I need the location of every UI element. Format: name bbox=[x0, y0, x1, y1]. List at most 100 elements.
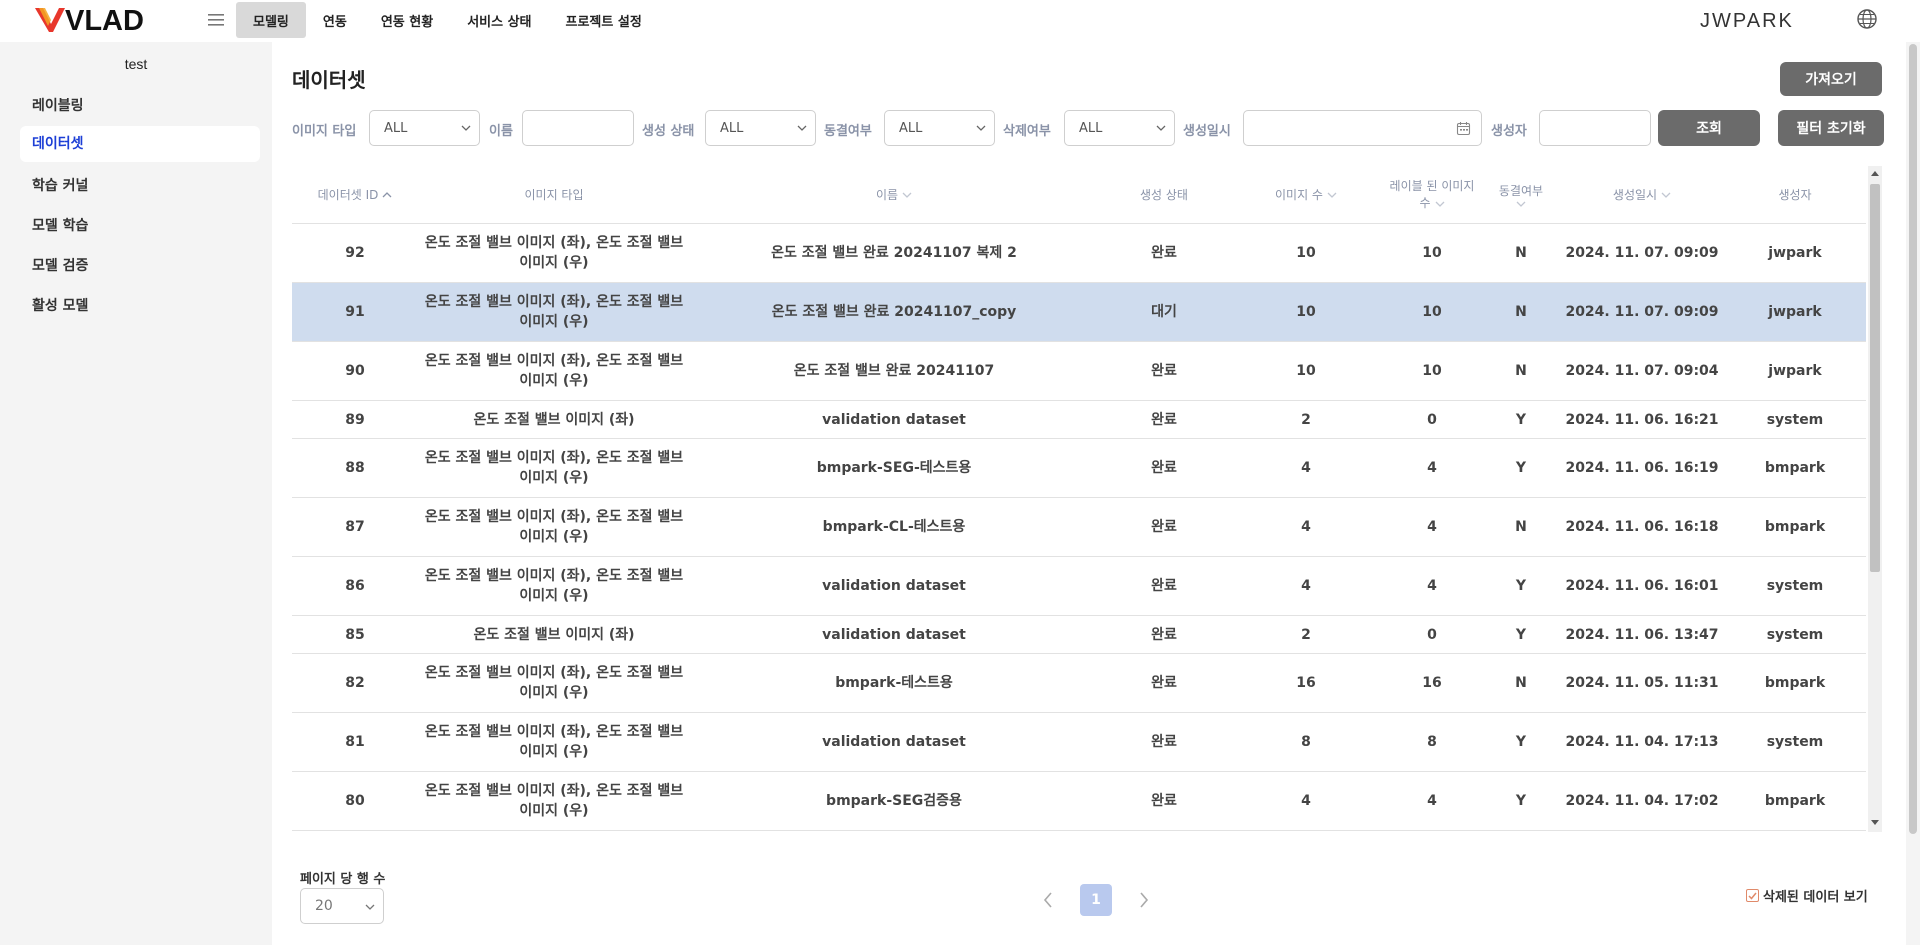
cell-creator: system bbox=[1766, 578, 1824, 594]
creator-input[interactable] bbox=[1539, 110, 1651, 146]
cell-name: validation dataset bbox=[822, 578, 966, 594]
table-row[interactable]: 90 온도 조절 밸브 이미지 (좌), 온도 조절 밸브 이미지 (우) 온도 조절… bbox=[292, 342, 1866, 401]
cell-name: bmpark-SEG검증용 bbox=[826, 793, 962, 809]
sidebar-item-labeling[interactable]: 레이블링 bbox=[20, 88, 260, 124]
nav-item-service-status[interactable]: 서비스 상태 bbox=[450, 2, 548, 38]
cell-image-type: 온도 조절 밸브 이미지 (좌) bbox=[418, 401, 690, 438]
table-row[interactable]: 89 온도 조절 밸브 이미지 (좌) validation dataset 완료 2 0… bbox=[292, 401, 1866, 439]
header-frozen[interactable]: 동결여부 bbox=[1482, 166, 1560, 224]
deleted-select[interactable]: ALL bbox=[1064, 110, 1175, 146]
sidebar-item-training-kernel[interactable]: 학습 커널 bbox=[20, 168, 260, 204]
page-scrollbar[interactable] bbox=[1906, 42, 1920, 945]
header-dataset-id[interactable]: 데이터셋 ID bbox=[292, 166, 418, 224]
cell-image-type-line: 온도 조절 밸브 이미지 (좌), 온도 조절 밸브 bbox=[424, 450, 684, 466]
cell-image-count: 2 bbox=[1301, 626, 1311, 643]
cell-image-type-line: 온도 조절 밸브 이미지 (좌) bbox=[473, 626, 635, 643]
table-row[interactable]: 87 온도 조절 밸브 이미지 (좌), 온도 조절 밸브 이미지 (우) bmpar… bbox=[292, 498, 1866, 557]
nav-item-integration-status[interactable]: 연동 현황 bbox=[364, 2, 450, 38]
nav-item-integration[interactable]: 연동 bbox=[306, 2, 364, 38]
page-scroll-thumb[interactable] bbox=[1909, 44, 1917, 834]
frozen-select[interactable]: ALL bbox=[884, 110, 995, 146]
page-number-button[interactable]: 1 bbox=[1080, 884, 1112, 916]
image-type-select[interactable]: ALL bbox=[369, 110, 480, 146]
cell-creator: jwpark bbox=[1768, 363, 1822, 379]
cell-image-type: 온도 조절 밸브 이미지 (좌), 온도 조절 밸브 이미지 (우) bbox=[418, 283, 690, 341]
table-row[interactable]: 82 온도 조절 밸브 이미지 (좌), 온도 조절 밸브 이미지 (우) bmpar… bbox=[292, 654, 1866, 713]
scroll-up-icon[interactable] bbox=[1871, 170, 1879, 176]
cell-image-count: 4 bbox=[1301, 793, 1311, 809]
cell-image-type-line: 온도 조절 밸브 이미지 (좌), 온도 조절 밸브 bbox=[424, 665, 684, 681]
header-created[interactable]: 생성일시 bbox=[1560, 166, 1724, 224]
sidebar-item-dataset[interactable]: 데이터셋 bbox=[20, 126, 260, 162]
sidebar-item-model-validation[interactable]: 모델 검증 bbox=[20, 248, 260, 284]
status-select[interactable]: ALL bbox=[705, 110, 816, 146]
cell-frozen: Y bbox=[1515, 411, 1527, 428]
next-page-button[interactable] bbox=[1128, 884, 1160, 916]
cell-dataset-id: 82 bbox=[345, 675, 365, 691]
table-scroll-thumb[interactable] bbox=[1870, 184, 1880, 572]
cell-image-type-line: 이미지 (우) bbox=[519, 803, 589, 819]
cell-labeled-count: 4 bbox=[1427, 578, 1437, 594]
cell-frozen: Y bbox=[1515, 793, 1527, 809]
scroll-down-icon[interactable] bbox=[1871, 820, 1879, 826]
vlad-logo[interactable]: VLAD bbox=[35, 4, 163, 34]
chevron-down-icon bbox=[976, 125, 986, 131]
rows-per-page-select[interactable]: 20 bbox=[300, 888, 384, 924]
cell-image-count: 4 bbox=[1301, 460, 1311, 476]
calendar-icon[interactable] bbox=[1456, 121, 1471, 136]
header-labeled-count[interactable]: 레이블 된 이미지 수 bbox=[1382, 166, 1482, 224]
header-name[interactable]: 이름 bbox=[690, 166, 1098, 224]
globe-icon[interactable] bbox=[1856, 8, 1878, 30]
cell-labeled-count: 0 bbox=[1427, 411, 1437, 428]
table-row[interactable]: 81 온도 조절 밸브 이미지 (좌), 온도 조절 밸브 이미지 (우) valid… bbox=[292, 713, 1866, 772]
table-row[interactable]: 86 온도 조절 밸브 이미지 (좌), 온도 조절 밸브 이미지 (우) valid… bbox=[292, 557, 1866, 616]
cell-dataset-id: 80 bbox=[345, 793, 365, 809]
show-deleted-label: 삭제된 데이터 보기 bbox=[1763, 890, 1868, 905]
main-content: 데이터셋 가져오기 이미지 타입 ALL 이름 생성 상태 ALL 동결여부 A… bbox=[272, 42, 1906, 945]
name-input[interactable] bbox=[522, 110, 634, 146]
top-nav: 모델링 연동 연동 현황 서비스 상태 프로젝트 설정 bbox=[236, 2, 659, 38]
cell-image-type: 온도 조절 밸브 이미지 (좌), 온도 조절 밸브 이미지 (우) bbox=[418, 557, 690, 615]
table-row[interactable]: 85 온도 조절 밸브 이미지 (좌) validation dataset 완료 2 0… bbox=[292, 616, 1866, 654]
header-name-label: 이름 bbox=[875, 187, 899, 202]
cell-frozen: Y bbox=[1515, 578, 1527, 594]
created-date-input[interactable] bbox=[1243, 110, 1482, 146]
cell-image-count: 16 bbox=[1296, 675, 1316, 691]
cell-created: 2024. 11. 04. 17:02 bbox=[1565, 793, 1719, 809]
import-button[interactable]: 가져오기 bbox=[1780, 62, 1882, 96]
reset-filter-button[interactable]: 필터 초기화 bbox=[1778, 110, 1884, 146]
cell-image-count: 10 bbox=[1296, 304, 1316, 320]
sidebar-item-active-model[interactable]: 활성 모델 bbox=[20, 288, 260, 324]
cell-dataset-id: 85 bbox=[345, 626, 365, 643]
cell-labeled-count: 4 bbox=[1427, 519, 1437, 535]
hamburger-menu-icon[interactable] bbox=[206, 10, 226, 30]
frozen-value: ALL bbox=[899, 120, 923, 136]
cell-creator: jwpark bbox=[1768, 304, 1822, 320]
show-deleted-checkbox[interactable] bbox=[1746, 889, 1759, 902]
table-row[interactable]: 91 온도 조절 밸브 이미지 (좌), 온도 조절 밸브 이미지 (우) 온도 조절… bbox=[292, 283, 1866, 342]
prev-page-button[interactable] bbox=[1032, 884, 1064, 916]
table-row[interactable]: 80 온도 조절 밸브 이미지 (좌), 온도 조절 밸브 이미지 (우) bmpar… bbox=[292, 772, 1866, 831]
table-row[interactable]: 92 온도 조절 밸브 이미지 (좌), 온도 조절 밸브 이미지 (우) 온도 조절… bbox=[292, 224, 1866, 283]
header-status: 생성 상태 bbox=[1098, 166, 1230, 224]
header-image-count[interactable]: 이미지 수 bbox=[1230, 166, 1382, 224]
cell-status: 완료 bbox=[1151, 460, 1177, 476]
table-row[interactable]: 88 온도 조절 밸브 이미지 (좌), 온도 조절 밸브 이미지 (우) bmpar… bbox=[292, 439, 1866, 498]
table-scrollbar[interactable] bbox=[1868, 166, 1882, 832]
search-button[interactable]: 조회 bbox=[1658, 110, 1760, 146]
cell-image-count: 2 bbox=[1301, 411, 1311, 428]
cell-labeled-count: 0 bbox=[1427, 626, 1437, 643]
cell-creator: bmpark bbox=[1764, 793, 1826, 809]
cell-dataset-id: 89 bbox=[345, 411, 365, 428]
sidebar-item-model-training[interactable]: 모델 학습 bbox=[20, 208, 260, 244]
nav-item-project-settings[interactable]: 프로젝트 설정 bbox=[549, 2, 659, 38]
header-creator: 생성자 bbox=[1724, 166, 1866, 224]
header-labeled-label-1: 레이블 된 이미지 bbox=[1389, 179, 1475, 193]
cell-labeled-count: 10 bbox=[1422, 363, 1442, 379]
cell-status: 완료 bbox=[1151, 734, 1177, 750]
show-deleted-toggle[interactable]: 삭제된 데이터 보기 bbox=[1746, 886, 1868, 905]
username[interactable]: JWPARK bbox=[1700, 10, 1794, 33]
cell-image-type: 온도 조절 밸브 이미지 (좌), 온도 조절 밸브 이미지 (우) bbox=[418, 224, 690, 282]
cell-image-type: 온도 조절 밸브 이미지 (좌), 온도 조절 밸브 이미지 (우) bbox=[418, 713, 690, 771]
nav-item-modeling[interactable]: 모델링 bbox=[236, 2, 306, 38]
